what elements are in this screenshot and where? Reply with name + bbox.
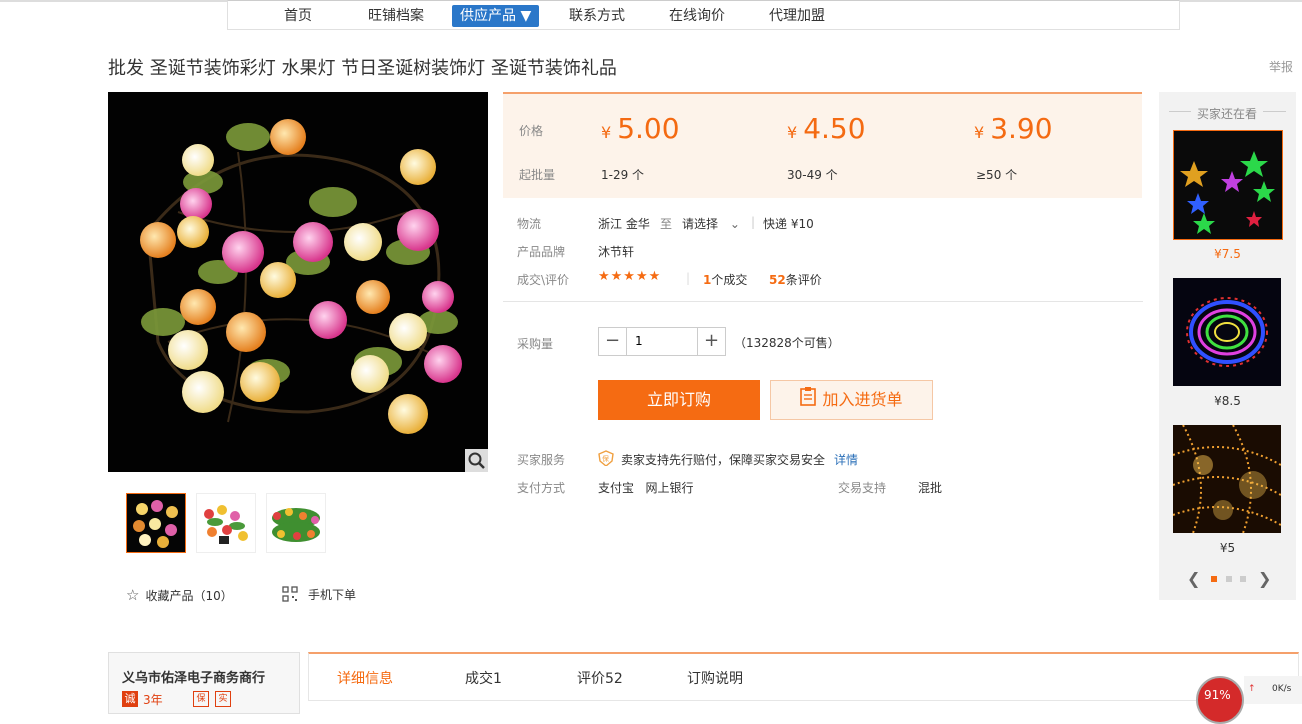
also-viewed-price-1: ¥7.5 bbox=[1214, 247, 1241, 261]
guarantee-badge-icon: 保 bbox=[193, 691, 209, 707]
tab-deals[interactable]: 成交1 bbox=[465, 668, 502, 688]
price-tier-3: ¥3.90 bbox=[974, 112, 1053, 145]
also-viewed-item-2[interactable] bbox=[1173, 278, 1281, 386]
network-speed-widget[interactable]: 91% ↑ 0K/s bbox=[1196, 676, 1302, 724]
moq-label: 起批量 bbox=[519, 168, 556, 182]
divider: | bbox=[751, 215, 756, 229]
favorite-product[interactable]: ☆ 收藏产品（10） bbox=[126, 586, 233, 604]
svg-text:保: 保 bbox=[602, 454, 609, 463]
tab-order-notes[interactable]: 订购说明 bbox=[687, 668, 743, 688]
thumbnail-3[interactable] bbox=[266, 493, 326, 553]
nav-products[interactable]: 供应产品 ▼ bbox=[452, 5, 540, 27]
shop-info-box: 义乌市佑泽电子商务商行 诚 3年 保 实 bbox=[108, 652, 300, 714]
trade-support-label: 交易支持 bbox=[838, 481, 887, 495]
decrease-button[interactable]: − bbox=[599, 328, 627, 355]
rating-stars: ★★★★★ bbox=[598, 269, 662, 284]
ship-to-word: 至 bbox=[660, 217, 673, 231]
nav-shop-profile[interactable]: 旺铺档案 bbox=[368, 5, 424, 27]
speed-percent: 91% bbox=[1204, 688, 1231, 702]
thumbnail-1[interactable] bbox=[126, 493, 186, 553]
fruit-lights-photo bbox=[140, 119, 462, 434]
price-label: 价格 bbox=[519, 124, 544, 138]
also-viewed-item-3[interactable] bbox=[1173, 425, 1281, 533]
also-viewed-panel: 买家还在看 ¥7.5 ¥8.5 ¥5 ❮ ❯ bbox=[1159, 92, 1296, 600]
shop-name[interactable]: 义乌市佑泽电子商务商行 bbox=[122, 667, 265, 686]
chevron-left-icon[interactable]: ❮ bbox=[1187, 569, 1200, 588]
carousel-dot[interactable] bbox=[1240, 576, 1246, 582]
service-text: 卖家支持先行赔付，保障买家交易安全 bbox=[621, 453, 826, 467]
mobile-order-label: 手机下单 bbox=[308, 588, 357, 602]
service-detail-link[interactable]: 详情 bbox=[834, 451, 858, 468]
buy-now-button[interactable]: 立即订购 bbox=[598, 380, 760, 420]
shop-nav-bar: 首页 旺铺档案 供应产品 ▼ 联系方式 在线询价 代理加盟 bbox=[227, 0, 1180, 30]
shipping-fee: 快递 ¥10 bbox=[763, 217, 814, 231]
thumbnail-2[interactable] bbox=[196, 493, 256, 553]
star-outline-icon: ☆ bbox=[126, 586, 140, 604]
nav-contact[interactable]: 联系方式 bbox=[569, 5, 625, 27]
reviews-link[interactable]: 52条评价 bbox=[769, 271, 822, 288]
logistics-label: 物流 bbox=[517, 217, 542, 231]
deals-reviews-label: 成交\评价 bbox=[517, 273, 570, 287]
also-viewed-heading: 买家还在看 bbox=[1191, 105, 1264, 122]
price-box: 价格 起批量 ¥5.00 1-29 个 ¥4.50 30-49 个 ¥3.90 … bbox=[503, 92, 1142, 198]
destination-select[interactable]: 请选择 ⌄ bbox=[682, 215, 740, 232]
quantity-input[interactable] bbox=[627, 328, 699, 353]
also-viewed-item-1[interactable] bbox=[1173, 130, 1283, 240]
zoom-icon[interactable] bbox=[465, 449, 488, 472]
payment-label: 支付方式 bbox=[517, 481, 566, 495]
destination-value: 请选择 bbox=[682, 217, 719, 231]
deals-link[interactable]: 1个成交 bbox=[703, 271, 747, 288]
divider: | bbox=[686, 271, 691, 285]
report-link[interactable]: 举报 bbox=[1269, 58, 1293, 75]
range-tier-2: 30-49 个 bbox=[787, 168, 838, 182]
speed-rate: 0K/s bbox=[1272, 684, 1292, 694]
carousel-dot[interactable] bbox=[1226, 576, 1232, 582]
price-tier-1: ¥5.00 bbox=[601, 112, 680, 145]
main-product-image[interactable] bbox=[108, 92, 488, 472]
nav-agency[interactable]: 代理加盟 bbox=[769, 5, 825, 27]
guarantee-icon: 保 bbox=[598, 450, 614, 469]
mobile-order[interactable]: 手机下单 bbox=[282, 586, 356, 605]
stock-available: （132828个可售） bbox=[734, 336, 840, 350]
section-divider bbox=[503, 301, 1143, 302]
quantity-label: 采购量 bbox=[517, 337, 554, 351]
detail-tabs: 详细信息 成交1 评价52 订购说明 bbox=[308, 652, 1299, 701]
upload-arrow-icon: ↑ bbox=[1248, 684, 1256, 694]
increase-button[interactable]: + bbox=[697, 328, 725, 355]
also-viewed-price-3: ¥5 bbox=[1219, 541, 1236, 555]
ship-from: 浙江 金华 bbox=[598, 217, 650, 231]
add-to-cart-label: 加入进货单 bbox=[822, 390, 903, 409]
shop-years: 3年 bbox=[143, 693, 163, 707]
service-label: 买家服务 bbox=[517, 453, 566, 467]
trade-support-value: 混批 bbox=[918, 481, 943, 495]
tab-reviews[interactable]: 评价52 bbox=[577, 668, 623, 688]
brand-value: 沐节轩 bbox=[598, 245, 635, 259]
also-viewed-price-2: ¥8.5 bbox=[1214, 394, 1241, 408]
chevron-right-icon[interactable]: ❯ bbox=[1258, 569, 1271, 588]
product-title: 批发 圣诞节装饰彩灯 水果灯 节日圣诞树装饰灯 圣诞节装饰礼品 bbox=[108, 58, 617, 79]
clipboard-icon bbox=[800, 382, 817, 420]
price-tier-2: ¥4.50 bbox=[787, 112, 866, 145]
nav-home[interactable]: 首页 bbox=[284, 5, 312, 27]
add-to-cart-button[interactable]: 加入进货单 bbox=[770, 380, 933, 420]
range-tier-1: 1-29 个 bbox=[601, 168, 645, 182]
quantity-stepper: − + bbox=[598, 327, 726, 356]
tab-details[interactable]: 详细信息 bbox=[337, 668, 393, 688]
range-tier-3: ≥50 个 bbox=[976, 168, 1018, 182]
payment-methods: 支付宝 网上银行 bbox=[598, 481, 694, 495]
brand-label: 产品品牌 bbox=[517, 245, 566, 259]
verify-badge-icon: 实 bbox=[215, 691, 231, 707]
nav-inquiry[interactable]: 在线询价 bbox=[669, 5, 725, 27]
qrcode-icon bbox=[282, 586, 298, 605]
cheng-badge-icon: 诚 bbox=[122, 691, 138, 707]
chevron-down-icon: ⌄ bbox=[729, 217, 740, 231]
favorite-label: 收藏产品（10） bbox=[145, 589, 233, 603]
carousel-dot-active[interactable] bbox=[1211, 576, 1217, 582]
